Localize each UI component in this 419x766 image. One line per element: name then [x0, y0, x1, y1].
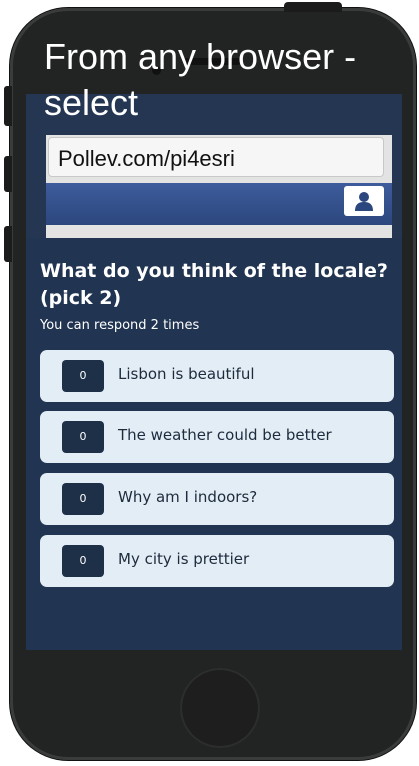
user-account-button[interactable]: [344, 186, 384, 216]
volume-down-button: [4, 226, 12, 262]
option-label: The weather could be better: [118, 426, 332, 444]
poll-question: What do you think of the locale? (pick 2…: [40, 260, 388, 309]
home-button[interactable]: [180, 668, 260, 748]
poll-option[interactable]: 0 Why am I indoors?: [40, 473, 394, 525]
volume-up-button: [4, 156, 12, 192]
vote-count-badge: 0: [62, 483, 104, 515]
option-label: Lisbon is beautiful: [118, 365, 255, 383]
vote-count-badge: 0: [62, 360, 104, 392]
power-button: [284, 2, 342, 12]
poll-subtitle: You can respond 2 times: [40, 318, 200, 333]
user-icon: [355, 192, 373, 211]
option-label: My city is prettier: [118, 550, 250, 568]
vote-count-badge: 0: [62, 421, 104, 453]
instruction-heading: From any browser - select: [44, 36, 357, 123]
poll-option[interactable]: 0 Lisbon is beautiful: [40, 350, 394, 402]
vote-count-badge: 0: [62, 545, 104, 577]
poll-option[interactable]: 0 My city is prettier: [40, 535, 394, 587]
option-label: Why am I indoors?: [118, 488, 258, 506]
poll-option[interactable]: 0 The weather could be better: [40, 411, 394, 463]
mute-switch: [4, 86, 12, 126]
site-nav-bar: [46, 183, 392, 225]
address-bar-url: Pollev.com/pi4esri: [58, 146, 235, 171]
